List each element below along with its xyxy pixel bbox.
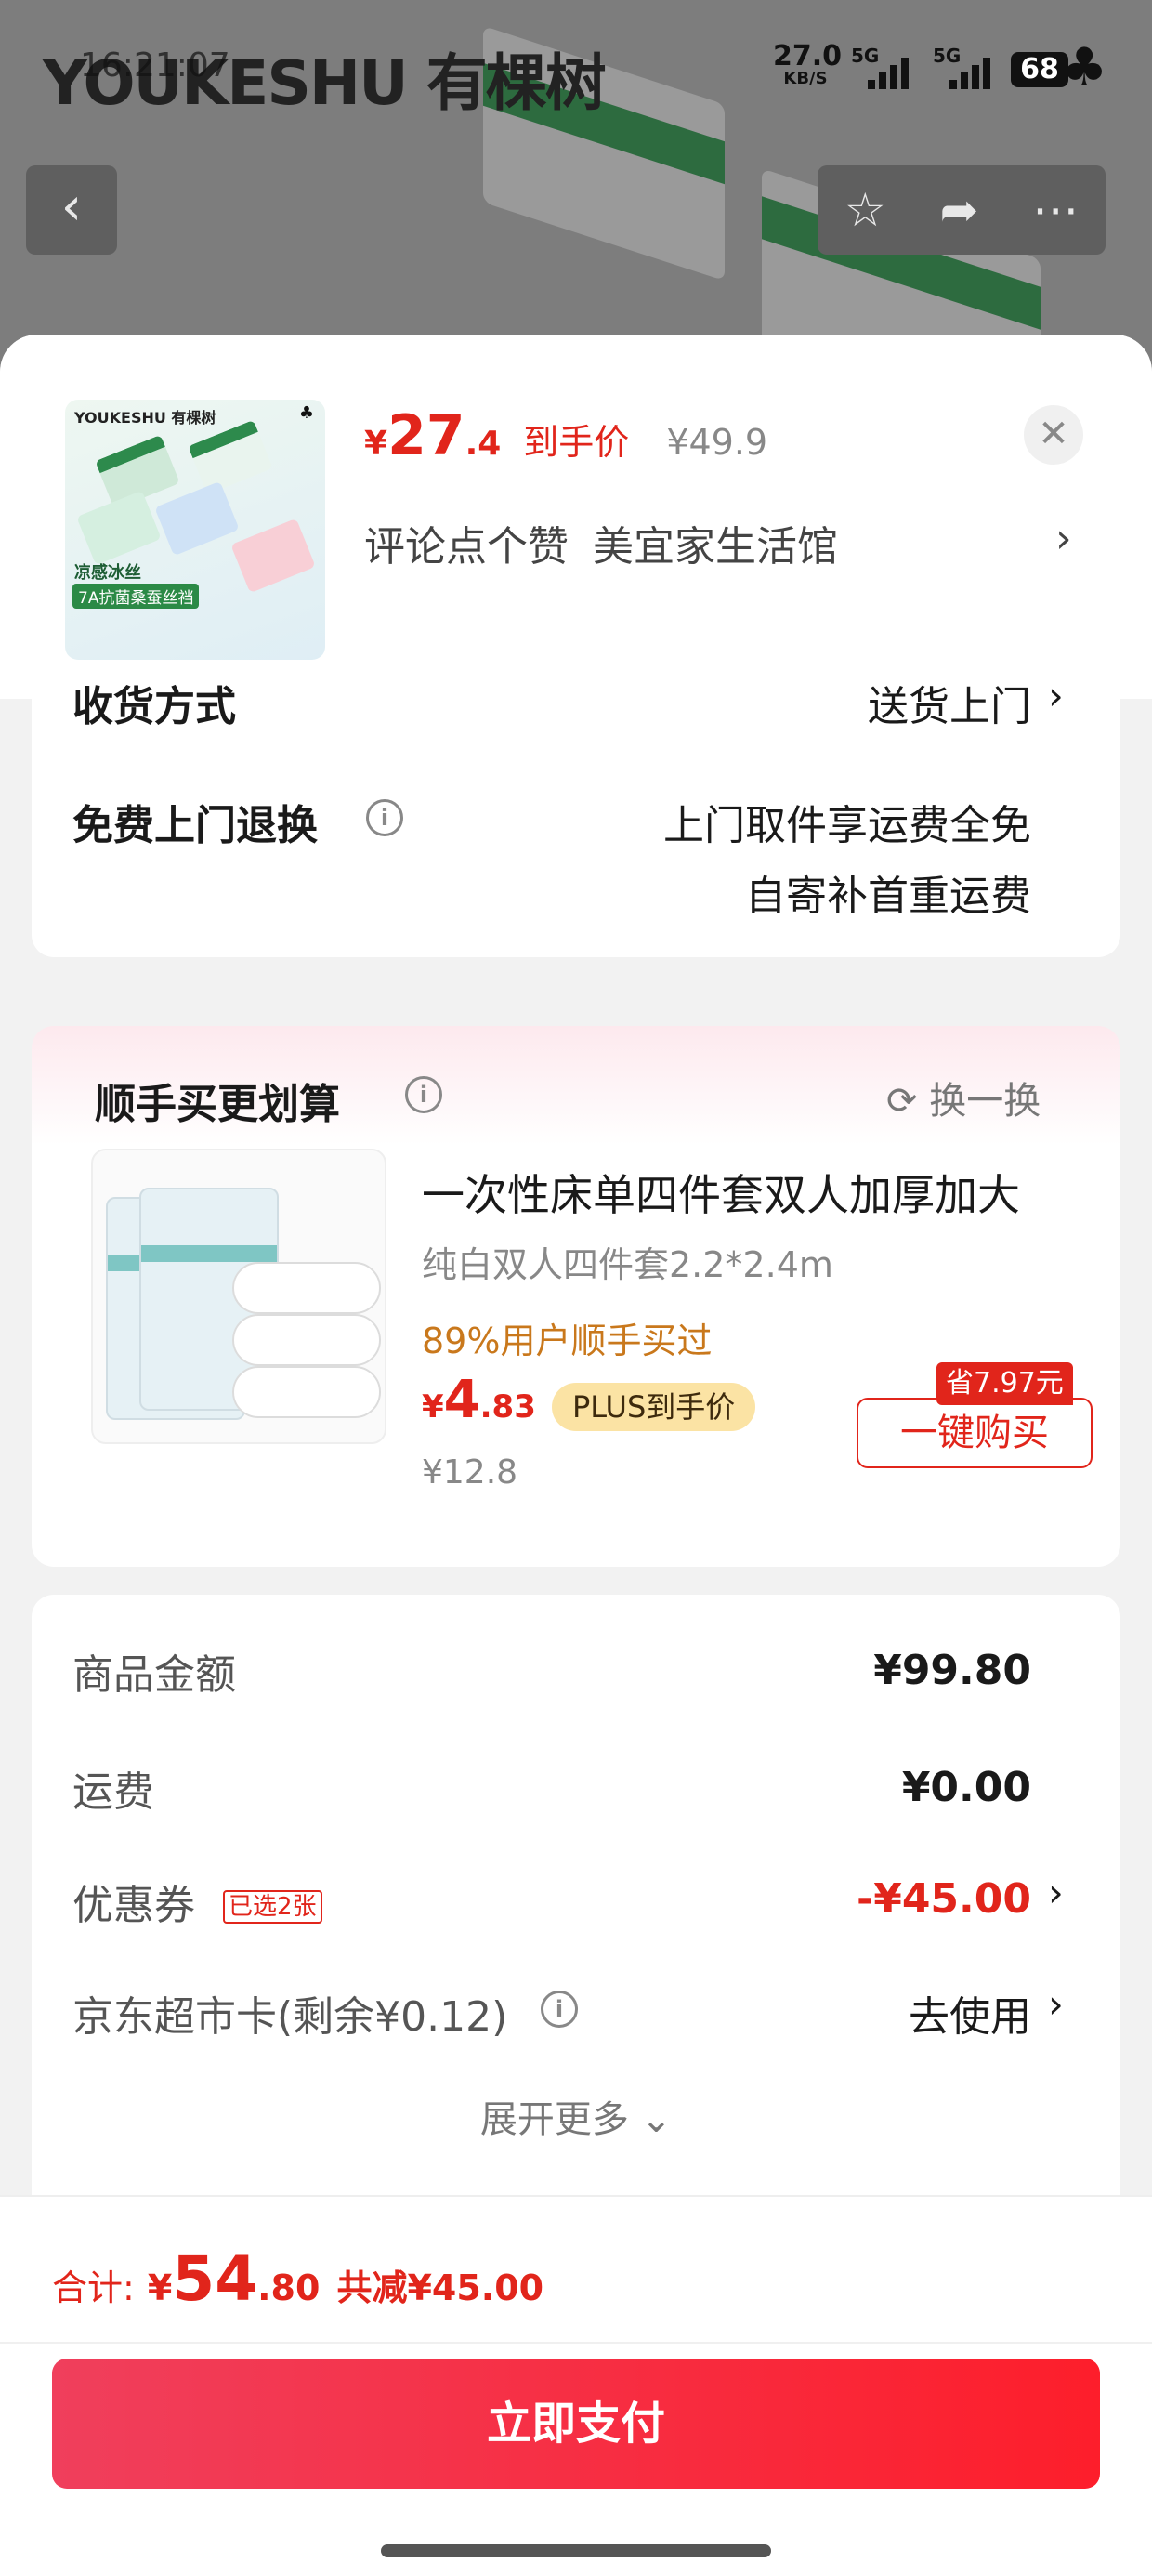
product-price: ¥ 27 .4 到手价 ¥49.9 [364,403,768,468]
chevron-right-icon[interactable]: › [1048,673,1064,718]
shipping-label: 运费 [72,1768,154,1816]
delivery-method-value[interactable]: 送货上门 [868,673,1031,732]
shop-name: 美宜家生活馆 [593,523,838,571]
price-label: 到手价 [523,422,630,463]
supermarket-card-label: 京东超市卡(剩余¥0.12) [72,1993,508,2041]
free-return-line1: 上门取件享运费全免 [663,802,1031,849]
divider [0,2342,1152,2344]
pay-now-button[interactable]: 立即支付 [52,2359,1100,2489]
bought-rate: 89%用户顺手买过 [422,1321,713,1361]
share-icon[interactable]: ➦ [939,183,978,237]
original-price: ¥49.9 [666,422,768,463]
free-return-line2: 自寄补首重运费 [745,873,1031,920]
battery-icon: 68 [1011,52,1068,87]
chevron-down-icon: ⌄ [640,2098,673,2141]
supermarket-card-action[interactable]: 去使用 [909,1983,1031,2043]
checkout-bar: 合计: ¥ 54 .80 共减¥45.00 立即支付 [0,2195,1152,2576]
shop-row[interactable]: 评论点个赞 美宜家生活馆 [364,513,862,572]
expand-more-button[interactable]: 展开更多 ⌄ [32,2089,1120,2143]
top-actions: ☆ ➦ ⋯ [818,165,1106,255]
status-bar: YOUKESHU 有棵树 16:21:07 27.0 KB/S 5G 5G 68… [0,0,1152,139]
close-button[interactable]: ✕ [1024,405,1083,465]
home-indicator[interactable] [381,2544,771,2557]
upsell-product-title[interactable]: 一次性床单四件套双人加厚加大 [422,1162,1020,1223]
goods-amount-value: ¥99.80 [873,1647,1031,1694]
upsell-product-image[interactable] [91,1149,386,1444]
signal-icon: 5G [851,45,909,89]
chevron-right-icon[interactable]: › [1048,1870,1064,1915]
free-return-label: 免费上门退换 [72,802,318,849]
upsell-price: ¥ 4 .83 [422,1370,536,1430]
product-header: YOUKESHU 有棵树 ♣ 凉感冰丝 7A抗菌桑蚕丝裆 ¥ 27 .4 到手价… [0,335,1152,699]
club-icon: ♣ [298,403,314,423]
chevron-right-icon[interactable]: › [1055,515,1072,562]
star-icon[interactable]: ☆ [844,183,886,237]
club-icon: ♣ [1061,37,1108,98]
more-icon[interactable]: ⋯ [1032,183,1079,237]
clock: 16:21:07 [80,46,230,85]
product-thumbnail[interactable]: YOUKESHU 有棵树 ♣ 凉感冰丝 7A抗菌桑蚕丝裆 [65,400,325,660]
info-icon[interactable]: i [366,799,403,836]
upsell-card: 顺手买更划算 i ⟳ 换一换 一次性床单四件套双人加厚加大 纯白双人四件套2.2… [32,1026,1120,1567]
chevron-left-icon: ‹ [60,177,83,237]
info-icon[interactable]: i [541,1991,578,2028]
shipping-value: ¥0.00 [901,1764,1031,1811]
plus-price-badge: PLUS到手价 [552,1383,756,1431]
order-total: 合计: ¥ 54 .80 共减¥45.00 [52,2243,544,2315]
swap-button[interactable]: ⟳ 换一换 [886,1071,1041,1124]
refresh-icon: ⟳ [886,1080,918,1123]
total-savings: 共减¥45.00 [336,2267,544,2308]
network-speed: 27.0 KB/S [773,40,843,88]
upsell-product-spec: 纯白双人四件套2.2*2.4m [422,1244,833,1285]
signal-icon: 5G [933,45,990,89]
back-button[interactable]: ‹ [26,165,117,255]
goods-amount-label: 商品金额 [72,1651,236,1699]
promo-text: 评论点个赞 [364,523,569,571]
upsell-title: 顺手买更划算 [95,1081,340,1128]
close-icon: ✕ [1038,413,1069,455]
upsell-original-price: ¥12.8 [422,1453,518,1492]
delivery-method-label: 收货方式 [72,683,236,730]
one-click-buy-button[interactable]: 一键购买 [857,1398,1093,1468]
chevron-right-icon[interactable]: › [1048,1981,1064,2027]
delivery-card: 收货方式 送货上门 › 免费上门退换 i 上门取件享运费全免 自寄补首重运费 [32,673,1120,957]
coupon-value[interactable]: -¥45.00 [857,1875,1031,1923]
info-icon[interactable]: i [405,1076,442,1113]
coupon-label[interactable]: 优惠券 [72,1872,195,1931]
coupon-selected-tag: 已选2张 [223,1890,322,1924]
